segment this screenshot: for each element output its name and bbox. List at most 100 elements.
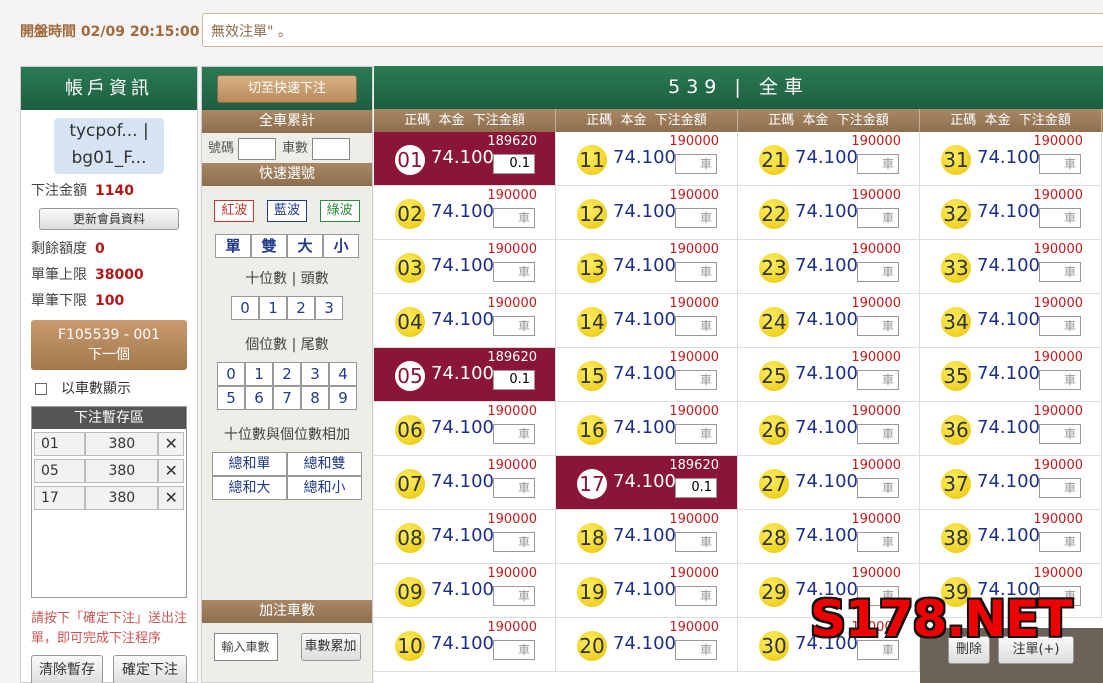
number-ball[interactable]: 26 (759, 415, 789, 445)
bet-amount-input[interactable]: 車 (675, 370, 717, 390)
bet-amount-input[interactable]: 車 (675, 640, 717, 660)
number-ball[interactable]: 29 (759, 577, 789, 607)
bet-amount-input[interactable]: 0.1 (493, 154, 535, 174)
number-cell[interactable]: 03 74.100 190000 車 (374, 240, 556, 294)
bet-amount-input[interactable]: 車 (493, 478, 535, 498)
number-cell[interactable]: 09 74.100 190000 車 (374, 564, 556, 618)
bet-amount-input[interactable]: 車 (1039, 316, 1081, 336)
bet-amount-input[interactable]: 車 (493, 262, 535, 282)
bet-amount-input[interactable]: 車 (857, 370, 899, 390)
number-ball[interactable]: 13 (577, 253, 607, 283)
number-cell[interactable]: 01 74.100 189620 0.1 (374, 132, 556, 186)
units-digit-button[interactable]: 5 (217, 386, 245, 410)
bet-amount-input[interactable]: 車 (675, 154, 717, 174)
number-cell[interactable]: 32 74.100 190000 車 (920, 186, 1102, 240)
bet-amount-input[interactable]: 車 (1039, 532, 1081, 552)
number-ball[interactable]: 38 (941, 523, 971, 553)
number-ball[interactable]: 31 (941, 145, 971, 175)
update-member-button[interactable]: 更新會員資料 (39, 208, 179, 230)
wave-button[interactable]: 綠波 (319, 200, 360, 222)
units-digit-button[interactable]: 2 (273, 362, 301, 386)
number-cell[interactable]: 10 74.100 190000 車 (374, 618, 556, 672)
number-ball[interactable]: 04 (395, 307, 425, 337)
number-ball[interactable]: 02 (395, 199, 425, 229)
number-ball[interactable]: 18 (577, 523, 607, 553)
bet-amount-input[interactable]: 車 (1039, 424, 1081, 444)
bet-amount-input[interactable]: 車 (857, 316, 899, 336)
number-ball[interactable]: 08 (395, 523, 425, 553)
number-ball[interactable]: 16 (577, 415, 607, 445)
bet-amount-input[interactable]: 車 (675, 586, 717, 606)
bet-amount-input[interactable]: 車 (675, 208, 717, 228)
close-icon[interactable]: ✕ (158, 432, 184, 456)
number-ball[interactable]: 11 (577, 145, 607, 175)
wave-button[interactable]: 紅波 (214, 200, 255, 222)
bet-amount-input[interactable]: 車 (1039, 262, 1081, 282)
parity-button[interactable]: 單 (215, 234, 251, 258)
tens-digit-button[interactable]: 1 (259, 296, 287, 320)
bet-amount-input[interactable]: 車 (857, 262, 899, 282)
close-icon[interactable]: ✕ (158, 486, 184, 510)
bet-amount-input[interactable]: 車 (493, 208, 535, 228)
bet-amount-input[interactable]: 車 (493, 532, 535, 552)
bet-amount-input[interactable]: 車 (857, 478, 899, 498)
number-cell[interactable]: 05 74.100 189620 0.1 (374, 348, 556, 402)
number-cell[interactable]: 35 74.100 190000 車 (920, 348, 1102, 402)
clear-temp-button[interactable]: 清除暫存 (31, 655, 103, 683)
number-cell[interactable]: 04 74.100 190000 車 (374, 294, 556, 348)
bet-amount-input[interactable]: 車 (1039, 478, 1081, 498)
number-ball[interactable]: 03 (395, 253, 425, 283)
number-ball[interactable]: 14 (577, 307, 607, 337)
bet-amount-input[interactable]: 車 (675, 262, 717, 282)
sum-button[interactable]: 總和小 (287, 476, 362, 500)
bet-amount-input[interactable]: 車 (1039, 208, 1081, 228)
bet-amount-input[interactable]: 車 (493, 424, 535, 444)
number-ball[interactable]: 05 (395, 361, 425, 391)
number-ball[interactable]: 33 (941, 253, 971, 283)
number-ball[interactable]: 32 (941, 199, 971, 229)
number-cell[interactable]: 33 74.100 190000 車 (920, 240, 1102, 294)
number-cell[interactable]: 25 74.100 190000 車 (738, 348, 920, 402)
units-digit-button[interactable]: 0 (217, 362, 245, 386)
number-cell[interactable]: 19 74.100 190000 車 (556, 564, 738, 618)
number-cell[interactable]: 07 74.100 190000 車 (374, 456, 556, 510)
num-input[interactable] (238, 137, 277, 160)
number-cell[interactable]: 24 74.100 190000 車 (738, 294, 920, 348)
bet-amount-input[interactable]: 車 (493, 586, 535, 606)
number-ball[interactable]: 15 (577, 361, 607, 391)
parity-button[interactable]: 小 (323, 234, 359, 258)
number-cell[interactable]: 23 74.100 190000 車 (738, 240, 920, 294)
number-cell[interactable]: 02 74.100 190000 車 (374, 186, 556, 240)
bet-amount-input[interactable]: 0.1 (675, 478, 717, 498)
bet-amount-input[interactable]: 車 (493, 640, 535, 660)
number-ball[interactable]: 20 (577, 631, 607, 661)
number-cell[interactable]: 37 74.100 190000 車 (920, 456, 1102, 510)
bet-amount-input[interactable]: 車 (493, 316, 535, 336)
number-ball[interactable]: 10 (395, 631, 425, 661)
number-ball[interactable]: 23 (759, 253, 789, 283)
number-cell[interactable]: 26 74.100 190000 車 (738, 402, 920, 456)
number-cell[interactable]: 31 74.100 190000 車 (920, 132, 1102, 186)
bet-amount-input[interactable]: 車 (857, 424, 899, 444)
bet-amount-input[interactable]: 車 (857, 208, 899, 228)
close-icon[interactable]: ✕ (158, 459, 184, 483)
number-cell[interactable]: 34 74.100 190000 車 (920, 294, 1102, 348)
show-by-count-row[interactable]: 以車數顯示 (21, 378, 197, 400)
bet-amount-input[interactable]: 車 (857, 532, 899, 552)
car-count-add-input[interactable]: 輸入車數 (213, 633, 278, 661)
number-ball[interactable]: 19 (577, 577, 607, 607)
car-count-input[interactable] (312, 137, 351, 160)
number-cell[interactable]: 22 74.100 190000 車 (738, 186, 920, 240)
parity-button[interactable]: 雙 (251, 234, 287, 258)
units-digit-button[interactable]: 3 (301, 362, 329, 386)
parity-button[interactable]: 大 (287, 234, 323, 258)
number-cell[interactable]: 38 74.100 190000 車 (920, 510, 1102, 564)
number-cell[interactable]: 20 74.100 190000 車 (556, 618, 738, 672)
number-cell[interactable]: 17 74.100 189620 0.1 (556, 456, 738, 510)
number-cell[interactable]: 21 74.100 190000 車 (738, 132, 920, 186)
bet-amount-input[interactable]: 車 (857, 154, 899, 174)
show-by-count-checkbox[interactable] (35, 383, 47, 395)
number-ball[interactable]: 27 (759, 469, 789, 499)
sum-button[interactable]: 總和雙 (287, 452, 362, 476)
units-digit-button[interactable]: 9 (329, 386, 357, 410)
